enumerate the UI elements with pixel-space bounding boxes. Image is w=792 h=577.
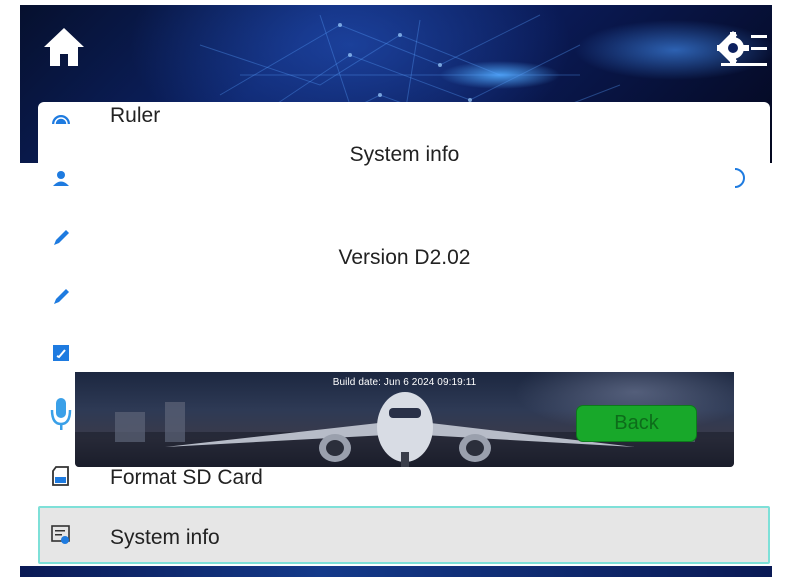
settings-list-icon[interactable] <box>717 29 769 69</box>
menu-item-label: Format SD Card <box>110 466 263 489</box>
system-info-icon <box>51 525 70 544</box>
edit-document-icon <box>53 345 69 361</box>
pen-icon <box>54 230 69 245</box>
partial-circle-icon <box>734 168 745 188</box>
sd-card-icon <box>52 466 69 486</box>
dialog-title: System info <box>349 143 460 166</box>
build-date-text: Build date: Jun 6 2024 09:19:11 <box>332 377 477 388</box>
system-info-dialog: System info Version D2.02 Build date: Ju… <box>75 123 734 467</box>
pencil-icon <box>54 289 69 304</box>
back-button[interactable]: Back <box>576 405 697 442</box>
menu-item-label: System info <box>110 526 220 549</box>
home-icon[interactable] <box>41 25 87 69</box>
dialog-footer: Build date: Jun 6 2024 09:19:11 Back <box>75 372 734 467</box>
microphone-icon <box>50 398 72 430</box>
version-text: Version D2.02 <box>338 246 471 269</box>
bottom-strip <box>20 566 772 577</box>
menu-item-system-info[interactable]: System info <box>38 506 770 564</box>
ruler-gauge-icon <box>52 115 70 125</box>
user-icon <box>53 171 69 186</box>
